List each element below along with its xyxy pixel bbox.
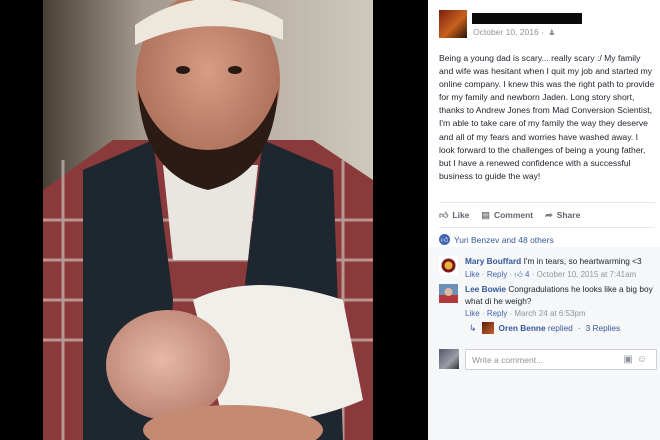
comment-reply-link[interactable]: Reply (487, 270, 507, 279)
commenter-avatar[interactable] (439, 256, 458, 275)
divider (439, 227, 655, 228)
comment-like-count-icon[interactable]: 👍︎ (514, 270, 522, 279)
comment-time[interactable]: March 24 at 6:53pm (514, 309, 585, 318)
comment-like-link[interactable]: Like (465, 309, 480, 318)
reply-action: replied (547, 323, 573, 333)
post-timestamp[interactable]: October 10, 2016 (473, 27, 539, 37)
post-text: Being a young dad is scary... really sca… (439, 53, 655, 181)
share-label: Share (556, 210, 581, 220)
comment-composer: Write a comment... ▣☺ (439, 349, 657, 371)
photo-illustration (43, 0, 373, 440)
like-reaction-icon: 👍︎ (439, 234, 450, 245)
post-actions: 👍︎ Like ▤ Comment ➦ Share (439, 208, 655, 222)
commenter-avatar[interactable] (439, 284, 458, 303)
share-button[interactable]: ➦ Share (545, 208, 580, 222)
comment-input-placeholder: Write a comment... (472, 355, 544, 365)
reactions-summary[interactable]: 👍︎ Yuri Benzev and 48 others (439, 234, 554, 245)
comment-label: Comment (493, 210, 534, 220)
share-icon: ➦ (545, 209, 553, 220)
comment-body: Mary Bouffard I'm in tears, so heartwarm… (465, 256, 653, 280)
comment-like-link[interactable]: Like (465, 270, 480, 279)
photo-viewer (0, 0, 428, 440)
post-photo[interactable] (43, 0, 373, 440)
reply-arrow-icon: ↳ (469, 322, 477, 333)
author-name-redacted (472, 13, 582, 24)
current-user-avatar (439, 349, 459, 369)
comment-body: Lee Bowie Congradulations he looks like … (465, 284, 653, 320)
like-label: Like (452, 210, 470, 220)
author-avatar[interactable] (439, 10, 467, 38)
divider (439, 202, 655, 203)
like-button[interactable]: 👍︎ Like (439, 208, 469, 222)
post-panel: October 10, 2016 · ♟ Being a young dad i… (428, 0, 660, 440)
view-replies-link[interactable]: ↳ Oren Benne replied · 3 Replies (469, 322, 620, 334)
thumbs-up-icon: 👍︎ (439, 209, 449, 220)
comment-meta: Like · Reply · 👍︎ 4 · October 10, 2015 a… (465, 269, 637, 279)
comment-icon: ▤ (481, 209, 490, 220)
comment-button[interactable]: ▤ Comment (481, 208, 533, 222)
comment-time[interactable]: October 10, 2015 at 7:41am (537, 270, 637, 279)
comment-input[interactable]: Write a comment... ▣☺ (465, 349, 657, 370)
comment-meta: Like · Reply · March 24 at 6:53pm (465, 309, 586, 318)
commenter-name[interactable]: Mary Bouffard (465, 256, 521, 266)
post-header: October 10, 2016 · ♟ (439, 10, 654, 40)
composer-icons: ▣☺ (623, 354, 651, 365)
dot-separator: · (541, 27, 547, 37)
commenter-name[interactable]: Lee Bowie (465, 284, 506, 294)
reactions-text: Yuri Benzev and 48 others (454, 234, 554, 245)
comment-like-count[interactable]: 4 (525, 270, 529, 279)
friends-icon[interactable]: ♟ (548, 28, 555, 37)
emoji-icon[interactable]: ☺ (637, 354, 651, 365)
reply-count: 3 Replies (585, 323, 621, 333)
comment-reply-link[interactable]: Reply (487, 309, 507, 318)
comment-text: I'm in tears, so heartwarming <3 (523, 256, 642, 266)
replier-avatar (481, 322, 494, 334)
replier-name: Oren Benne (498, 323, 546, 333)
post-meta: October 10, 2016 · ♟ (473, 27, 555, 37)
camera-icon[interactable]: ▣ (623, 354, 636, 365)
